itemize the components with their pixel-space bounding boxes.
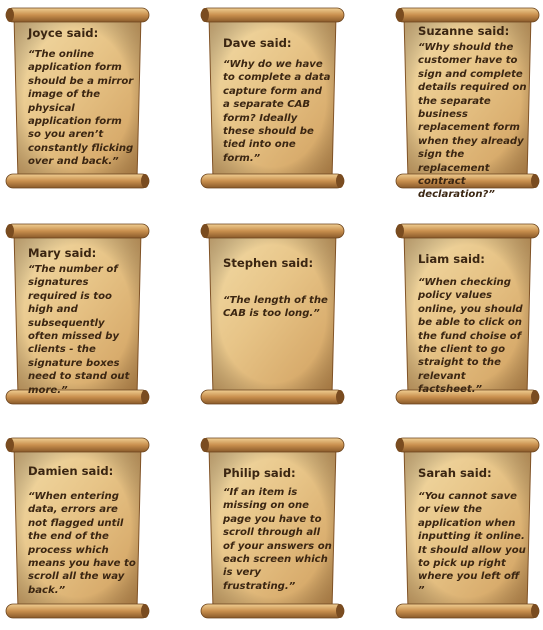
quote-scroll: Dave said: “Why do we have to complete a…: [199, 2, 346, 194]
quote-text: “Why should the customer have to sign an…: [418, 42, 527, 201]
speaker-name: Dave said:: [223, 36, 292, 50]
quote-scroll: Joyce said: “The online application form…: [4, 2, 151, 194]
quote-scroll: Suzanne said: “Why should the customer h…: [394, 2, 541, 200]
quote-text: “You cannot save or view the application…: [418, 491, 526, 596]
quote-scroll: Sarah said: “You cannot save or view the…: [394, 432, 541, 624]
quote-text: “When entering data, errors are not flag…: [28, 491, 136, 596]
speaker-name: Damien said:: [28, 464, 114, 478]
speaker-name: Philip said:: [223, 466, 296, 480]
speaker-name: Suzanne said:: [418, 24, 510, 38]
quote-text: “Why do we have to complete a data captu…: [223, 59, 331, 164]
quote-text: “The online application form should be a…: [28, 49, 134, 168]
speaker-name: Stephen said:: [223, 256, 314, 270]
quote-scroll: Mary said: “The number of signatures req…: [4, 218, 151, 410]
quote-scroll: Stephen said: “The length of the CAB is …: [199, 218, 346, 410]
quote-scroll: Philip said: “If an item is missing on o…: [199, 432, 346, 624]
quote-scroll: Damien said: “When entering data, errors…: [4, 432, 151, 624]
speaker-name: Mary said:: [28, 246, 97, 260]
quote-scroll: Liam said: “When checking policy values …: [394, 218, 541, 410]
quote-text: “The number of signatures required is to…: [28, 264, 130, 396]
speaker-name: Joyce said:: [28, 26, 99, 40]
speaker-name: Liam said:: [418, 252, 485, 266]
quote-text: “When checking policy values online, you…: [418, 277, 523, 396]
quote-text: “If an item is missing on one page you h…: [223, 487, 332, 592]
speaker-name: Sarah said:: [418, 466, 492, 480]
quote-text: “The length of the CAB is too long.”: [223, 295, 328, 320]
